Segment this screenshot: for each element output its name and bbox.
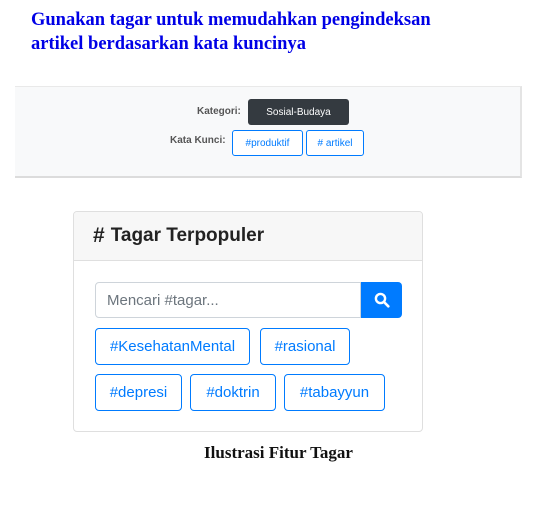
keywords-label: Kata Kunci: [170, 135, 226, 146]
heading-line-1: Gunakan tagar untuk memudahkan pengindek… [31, 10, 431, 30]
card-header: # Tagar Terpopuler [74, 212, 422, 261]
card-title: Tagar Terpopuler [110, 225, 265, 246]
tag-kesehatanmental[interactable]: #KesehatanMental [95, 328, 250, 365]
keyword-tag[interactable]: # artikel [306, 130, 364, 156]
heading-line-2: artikel berdasarkan kata kuncinya [31, 34, 306, 54]
figure-caption: Ilustrasi Fitur Tagar [204, 443, 353, 462]
search-button[interactable] [361, 282, 402, 318]
search-group [95, 282, 402, 318]
article-meta-panel: Kategori: Sosial-Budaya Kata Kunci: #pro… [15, 86, 522, 178]
tag-depresi[interactable]: #depresi [95, 374, 182, 411]
tag-tabayyun[interactable]: #tabayyun [284, 374, 385, 411]
keyword-tag[interactable]: #produktif [232, 130, 303, 156]
tag-rasional[interactable]: #rasional [260, 328, 350, 365]
search-input[interactable] [95, 282, 361, 318]
tag-doktrin[interactable]: #doktrin [190, 374, 276, 411]
category-label: Kategori: [197, 106, 241, 117]
hash-icon: # [93, 224, 105, 247]
popular-tags-card: # Tagar Terpopuler #KesehatanMental #ras… [73, 211, 423, 432]
category-badge[interactable]: Sosial-Budaya [248, 99, 349, 125]
search-icon [374, 292, 390, 308]
page-heading: Gunakan tagar untuk memudahkan pengindek… [31, 8, 531, 56]
